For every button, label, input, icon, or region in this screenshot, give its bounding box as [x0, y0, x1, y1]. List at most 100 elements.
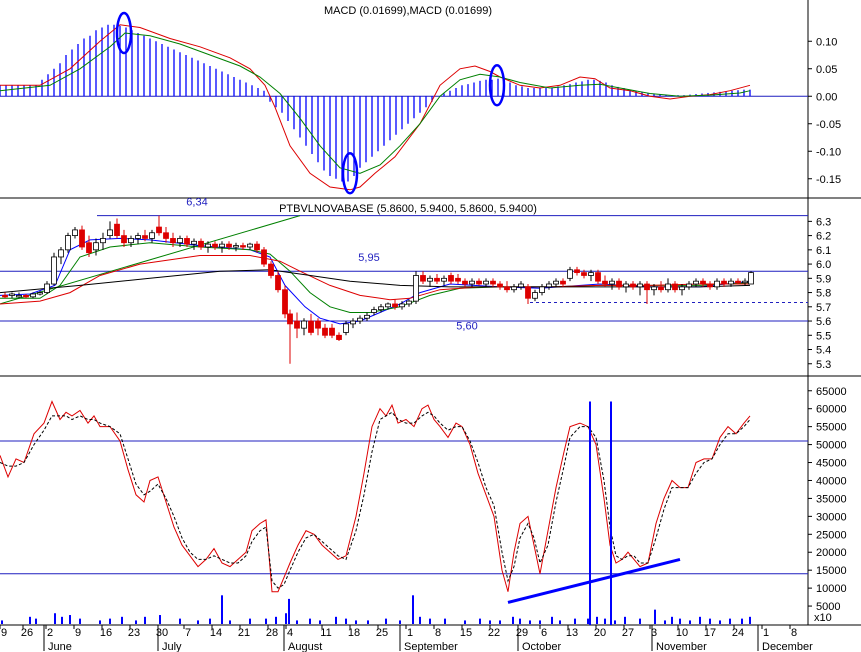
candle-body	[511, 286, 517, 291]
candle-body	[616, 280, 622, 288]
x-tick-label: 15	[460, 627, 472, 639]
candle-body	[483, 280, 489, 285]
x-tick-label: 20	[594, 627, 606, 639]
candle-body	[602, 280, 608, 285]
level-annotation: 5,60	[456, 321, 477, 333]
candle-body	[427, 277, 433, 282]
x-tick-label: 9	[1, 627, 7, 639]
macd-y-tick-label: 0.10	[816, 36, 837, 48]
x-tick-label: 1	[763, 627, 769, 639]
candle-body	[672, 283, 678, 291]
x-tick-label: 8	[791, 627, 797, 639]
x-tick-label: 21	[238, 627, 250, 639]
candle-body	[679, 286, 685, 291]
x-tick-label: 14	[210, 627, 222, 639]
candle-body	[301, 320, 307, 329]
month-label: July	[162, 641, 182, 652]
candle-body	[364, 314, 370, 319]
candle-body	[163, 232, 169, 239]
oscillator-y-tick-label: 65000	[816, 386, 847, 398]
candle-body	[275, 275, 281, 291]
candle-body	[574, 269, 580, 274]
candle-body	[532, 292, 538, 299]
level-annotation: 6,34	[186, 197, 207, 209]
candle-body	[665, 283, 671, 291]
candle-body	[721, 280, 727, 285]
macd-y-tick-label: -0.15	[816, 174, 841, 186]
candle-body	[434, 277, 440, 282]
candle-body	[30, 293, 36, 298]
candle-body	[609, 280, 615, 285]
price-y-tick-label: 5.4	[816, 345, 831, 357]
candle-body	[114, 223, 120, 236]
candle-body	[329, 327, 335, 336]
x-tick-label: 9	[75, 627, 81, 639]
candle-body	[413, 275, 419, 302]
oscillator-y-tick-label: 10000	[816, 583, 847, 595]
candle-body	[385, 303, 391, 308]
oscillator-y-tick-label: 55000	[816, 422, 847, 434]
candle-body	[2, 295, 8, 298]
candle-body	[177, 238, 183, 244]
chart-canvas: MACD (0.01699),MACD (0.01699) 0.10 0.05 0.0…	[0, 0, 861, 652]
candle-body	[378, 306, 384, 311]
price-y-tick-label: 6.0	[816, 259, 831, 271]
x-tick-label: 26	[21, 627, 33, 639]
x-tick-label: 10	[676, 627, 688, 639]
candle-body	[9, 293, 15, 296]
price-y-tick-label: 5.6	[816, 316, 831, 328]
x-tick-label: 17	[704, 627, 716, 639]
candle-body	[735, 280, 741, 284]
candle-body	[357, 317, 363, 322]
macd-title: MACD (0.01699),MACD (0.01699)	[324, 5, 492, 17]
x-tick-label: 7	[185, 627, 191, 639]
macd-y-tick-label: 0.00	[816, 91, 837, 103]
price-y-tick-label: 5.3	[816, 359, 831, 371]
candle-body	[462, 280, 468, 285]
candle-body	[254, 243, 260, 251]
candle-body	[86, 242, 92, 254]
x-tick-label: 11	[320, 627, 331, 639]
oscillator-y-tick-label: 50000	[816, 440, 847, 452]
candle-body	[100, 238, 106, 244]
candle-body	[651, 286, 657, 291]
candle-body	[714, 280, 720, 288]
candle-body	[184, 238, 190, 245]
oscillator-y-tick-label: 60000	[816, 404, 847, 416]
oscillator-y-tick-label: 45000	[816, 458, 847, 470]
x-tick-label: 16	[100, 627, 112, 639]
candle-body	[392, 303, 398, 308]
candle-body	[308, 320, 314, 333]
candle-body	[149, 232, 155, 239]
month-label: December	[762, 641, 813, 652]
candle-body	[294, 320, 300, 329]
candle-body	[191, 240, 197, 245]
price-y-tick-label: 6.1	[816, 245, 831, 257]
candle-body	[93, 242, 99, 251]
x-tick-label: 23	[128, 627, 140, 639]
candle-body	[546, 283, 552, 288]
macd-y-tick-label: 0.05	[816, 64, 837, 76]
candle-body	[630, 283, 636, 288]
candle-body	[287, 313, 293, 325]
x-tick-label: 24	[732, 627, 744, 639]
macd-y-tick-label: -0.05	[816, 119, 841, 131]
candle-body	[693, 280, 699, 285]
candle-body	[121, 235, 127, 244]
stock-chart: MACD (0.01699),MACD (0.01699) 0.10 0.05 0.0…	[0, 0, 861, 652]
candle-body	[448, 275, 454, 282]
oscillator-y-tick-label: 40000	[816, 475, 847, 487]
candle-body	[560, 280, 566, 285]
x-tick-label: 22	[488, 627, 500, 639]
oscillator-y-tick-label: 20000	[816, 547, 847, 559]
month-label: June	[48, 641, 72, 652]
candle-body	[343, 323, 349, 333]
candle-body	[595, 272, 601, 282]
oscillator-y-tick-label: 15000	[816, 565, 847, 577]
candle-body	[240, 245, 246, 248]
x-tick-label: 27	[622, 627, 634, 639]
oscillator-y-tick-label: 30000	[816, 511, 847, 523]
price-y-tick-label: 5.8	[816, 288, 831, 300]
candle-body	[420, 275, 426, 282]
oscillator-y-tick-label: 35000	[816, 493, 847, 505]
